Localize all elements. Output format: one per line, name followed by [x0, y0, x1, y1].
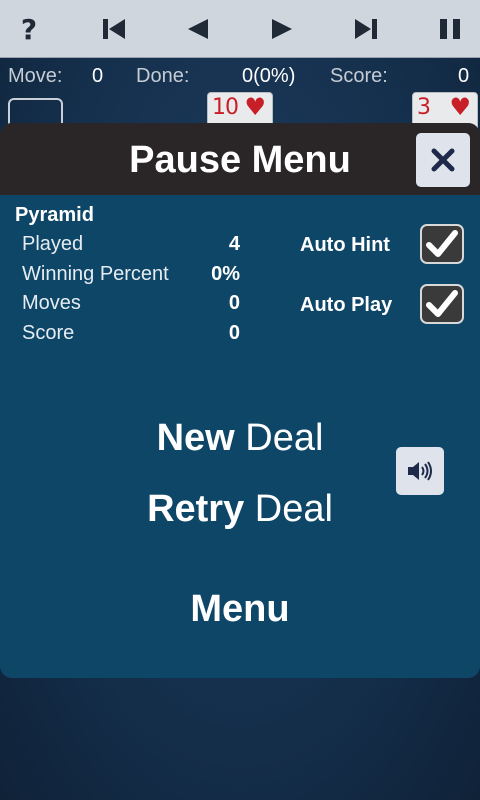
skip-to-start-button[interactable] — [94, 9, 134, 49]
skip-to-end-button[interactable] — [346, 9, 386, 49]
stat-value: 4 — [228, 233, 240, 255]
auto-play-checkbox[interactable] — [420, 284, 464, 324]
speaker-icon — [408, 461, 432, 481]
stat-label: Played — [22, 233, 84, 255]
status-bar: Move: 0 Done: 0(0%) Score: 0 — [0, 60, 480, 92]
dialog-title: Pause Menu — [129, 139, 351, 181]
stat-label: Moves — [22, 292, 81, 314]
done-label: Done: — [136, 65, 190, 87]
step-forward-button[interactable] — [262, 9, 302, 49]
stat-row-winning-percent: Winning Percent 0% — [0, 263, 260, 291]
auto-hint-label: Auto Hint — [300, 234, 390, 256]
menu-button[interactable]: Menu — [0, 588, 480, 631]
done-value: 0(0%) — [242, 65, 296, 87]
move-value: 0 — [92, 65, 104, 87]
pause-icon — [440, 19, 460, 39]
skip-to-end-icon — [355, 19, 377, 39]
stat-value: 0 — [228, 322, 240, 344]
sound-toggle-button[interactable] — [396, 447, 444, 495]
score-value: 0 — [458, 65, 470, 87]
game-name: Pyramid — [15, 204, 94, 226]
dialog-header: Pause Menu — [0, 123, 480, 195]
checkmark-icon — [426, 290, 458, 317]
stat-row-moves: Moves 0 — [0, 292, 260, 320]
new-deal-rest: Deal — [234, 417, 324, 459]
stat-row-played: Played 4 — [0, 233, 260, 261]
help-icon: ? — [20, 12, 38, 46]
step-forward-icon — [272, 19, 292, 39]
stat-row-score: Score 0 — [0, 322, 260, 350]
heart-suit-icon: ♥ — [449, 93, 471, 121]
stat-label: Winning Percent — [22, 263, 169, 285]
stat-value: 0 — [228, 292, 240, 314]
skip-to-start-icon — [103, 19, 125, 39]
step-back-icon — [188, 19, 208, 39]
card-rank: 3 — [417, 95, 431, 120]
auto-play-label: Auto Play — [300, 294, 393, 316]
new-deal-bold: New — [156, 417, 235, 459]
card-rank: 10 — [212, 95, 239, 120]
pause-button[interactable] — [430, 9, 470, 49]
retry-deal-rest: Deal — [244, 488, 333, 530]
step-back-button[interactable] — [178, 9, 218, 49]
stat-value: 0% — [211, 263, 240, 285]
auto-hint-checkbox[interactable] — [420, 224, 464, 264]
heart-suit-icon: ♥ — [244, 93, 266, 121]
close-button[interactable] — [416, 133, 470, 187]
toolbar: ? — [0, 0, 480, 58]
stat-label: Score — [22, 322, 75, 344]
help-button[interactable]: ? — [9, 9, 49, 49]
close-icon — [431, 148, 455, 172]
retry-deal-bold: Retry — [147, 488, 245, 530]
score-label: Score: — [330, 65, 388, 87]
checkmark-icon — [426, 230, 458, 257]
pause-menu-dialog: Pause Menu Pyramid Played 4 Winning Perc… — [0, 123, 480, 678]
move-label: Move: — [8, 65, 63, 87]
